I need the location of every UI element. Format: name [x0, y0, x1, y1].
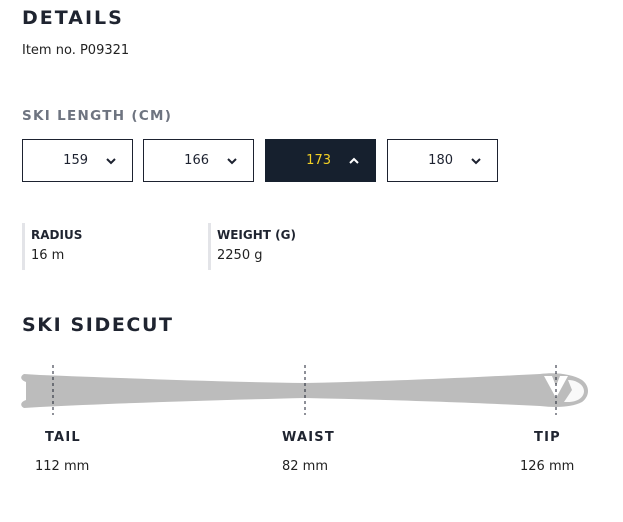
spec-label: RADIUS [31, 228, 83, 242]
length-option-label: 159 [63, 153, 88, 168]
ski-sidecut-diagram [21, 365, 589, 415]
sidecut-tail-value: 112 mm [35, 459, 90, 474]
length-option-166[interactable]: 166 [143, 139, 254, 182]
spec-label: WEIGHT (G) [217, 228, 296, 242]
spec-value: 16 m [31, 248, 65, 263]
length-option-label: 180 [428, 153, 453, 168]
ski-sidecut-heading: SKI SIDECUT [22, 314, 174, 336]
ski-length-heading: SKI LENGTH (CM) [22, 108, 173, 124]
sidecut-tip-value: 126 mm [520, 459, 575, 474]
chevron-up-icon [349, 157, 359, 164]
length-option-159[interactable]: 159 [22, 139, 133, 182]
chevron-down-icon [471, 158, 481, 165]
spec-radius: RADIUS 16 m [22, 223, 82, 270]
sidecut-tip-label: TIP [534, 430, 561, 445]
sidecut-tail-label: TAIL [45, 430, 81, 445]
length-option-label: 173 [306, 153, 331, 168]
chevron-down-icon [106, 158, 116, 165]
spec-weight: WEIGHT (G) 2250 g [208, 223, 296, 270]
chevron-down-icon [227, 158, 237, 165]
sidecut-waist-value: 82 mm [282, 459, 329, 474]
details-heading: DETAILS [22, 7, 124, 29]
length-option-173[interactable]: 173 [265, 139, 376, 182]
spec-value: 2250 g [217, 248, 263, 263]
item-number: Item no. P09321 [22, 43, 130, 58]
length-option-label: 166 [184, 153, 209, 168]
sidecut-waist-label: WAIST [282, 430, 335, 445]
length-option-180[interactable]: 180 [387, 139, 498, 182]
